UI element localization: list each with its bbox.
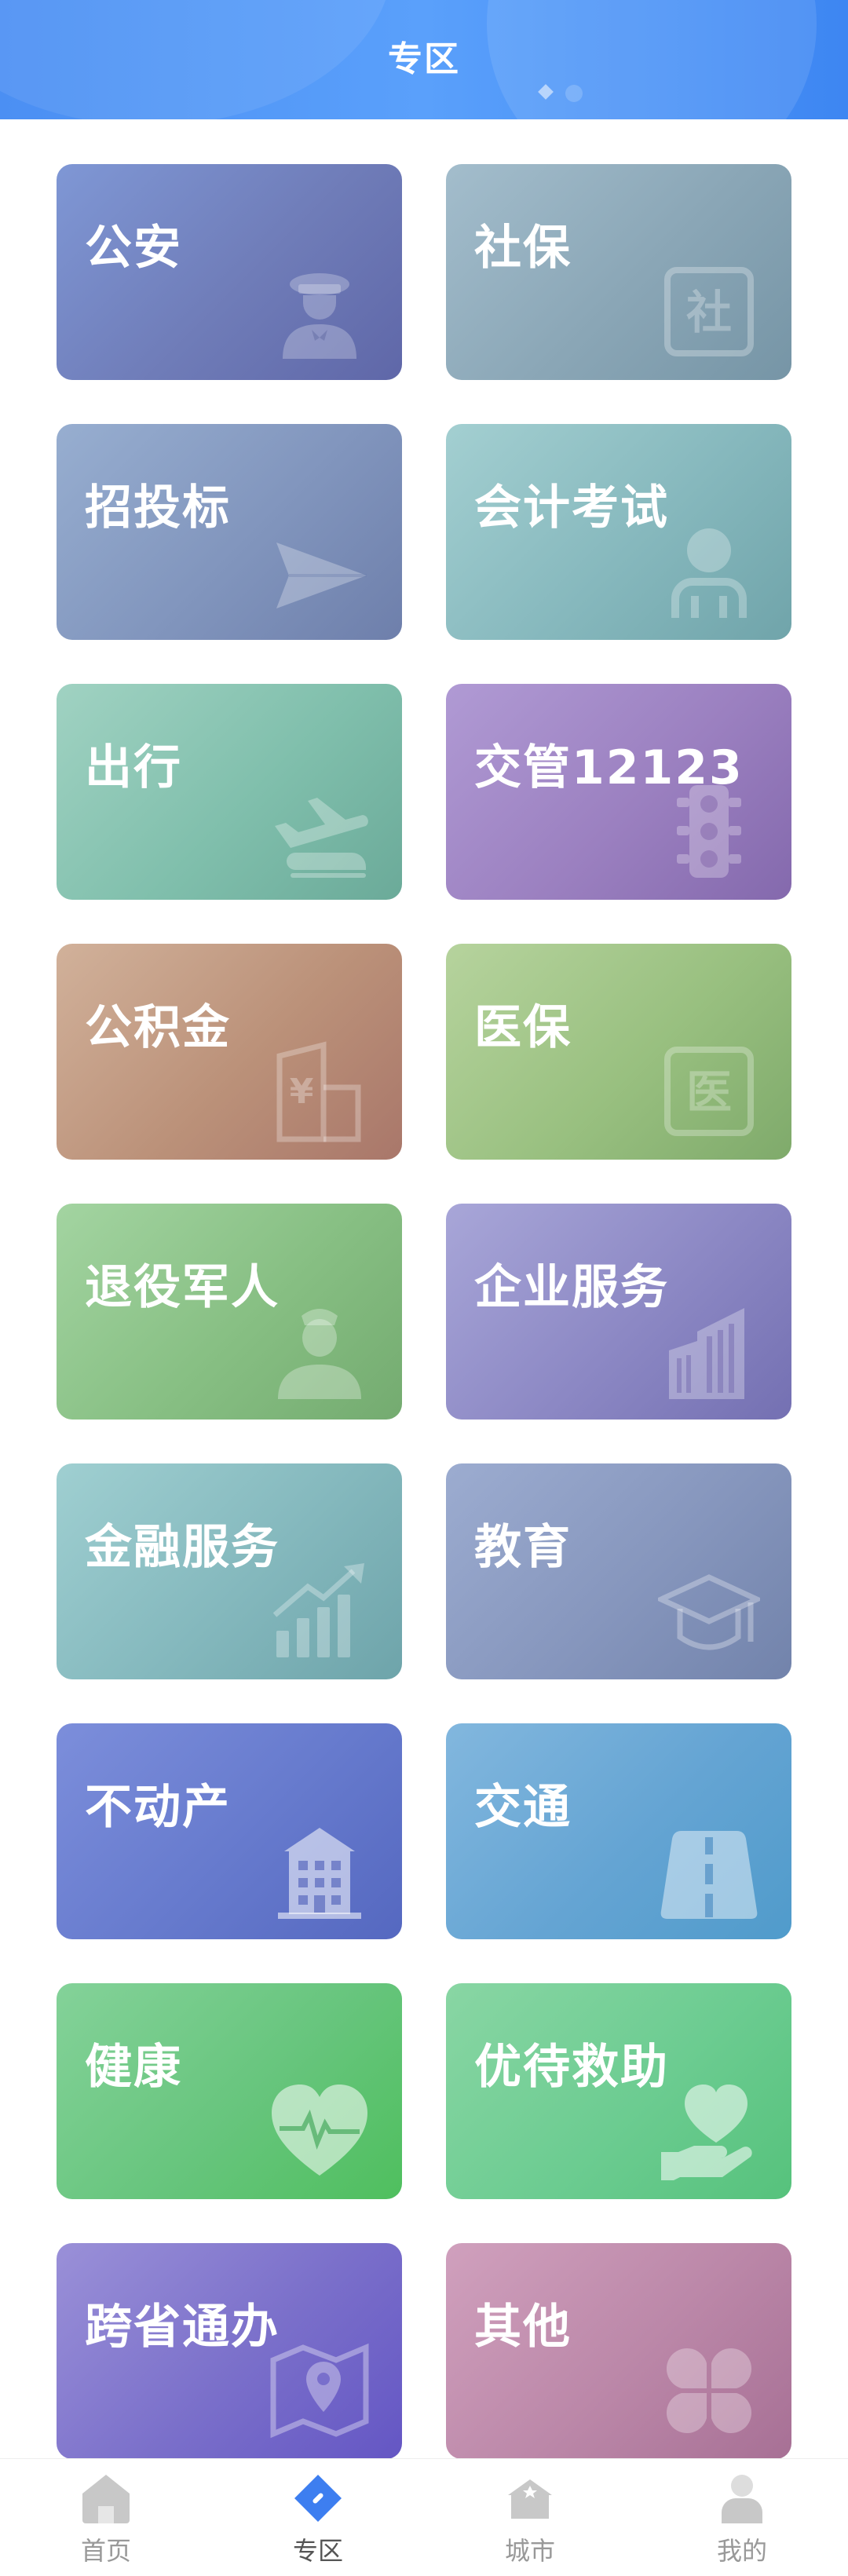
zone-card-education[interactable]: 教育 [446,1463,791,1679]
zone-card-preferential-aid[interactable]: 优待救助 [446,1983,791,2199]
medical-insurance-icon: 医 [658,1040,760,1142]
card-label: 企业服务 [474,1260,669,1315]
user-icon [715,2472,769,2525]
zone-card-cross-province[interactable]: 跨省通办 [57,2243,402,2459]
zone-card-medical-insurance[interactable]: 医保 医 [446,944,791,1160]
tab-zones[interactable]: 专区 [212,2459,424,2576]
heart-hand-icon [658,2080,760,2182]
page-title: 专区 [388,39,460,79]
plane-train-icon [269,780,371,882]
zone-card-bidding[interactable]: 招投标 [57,424,402,640]
card-label: 优待救助 [474,2040,669,2095]
zone-card-transportation[interactable]: 交通 [446,1723,791,1939]
police-icon [269,261,371,363]
zone-card-social-security[interactable]: 社保 社 [446,164,791,380]
zone-card-accounting-exam[interactable]: 会计考试 [446,424,791,640]
building-icon [658,1300,760,1402]
heart-pulse-icon [269,2080,371,2182]
card-label: 跨省通办 [85,2300,280,2355]
zone-card-police[interactable]: 公安 [57,164,402,380]
tab-city[interactable]: 城市 [424,2459,636,2576]
card-label: 公安 [85,221,182,276]
city-icon [503,2472,557,2525]
zone-grid: 公安 社保 社 招投标 会计考试 出行 交管12123 公积金 ¥ 医保 医 退… [57,164,791,2459]
zone-card-health[interactable]: 健康 [57,1983,402,2199]
card-label: 教育 [474,1520,572,1575]
zone-card-other[interactable]: 其他 [446,2243,791,2459]
card-label: 不动产 [85,1780,231,1835]
card-label: 退役军人 [85,1260,280,1315]
zone-card-financial-services[interactable]: 金融服务 [57,1463,402,1679]
header-bar: 专区 [0,0,848,119]
tab-label: 首页 [80,2536,131,2566]
veteran-icon [269,1300,371,1402]
tab-label: 我的 [716,2536,767,2566]
zone-card-real-estate[interactable]: 不动产 [57,1723,402,1939]
home-icon [79,2472,133,2525]
tab-home[interactable]: 首页 [0,2459,212,2576]
traffic-light-icon [658,780,760,882]
card-label: 交通 [474,1780,572,1835]
zone-card-veterans[interactable]: 退役军人 [57,1204,402,1420]
zone-card-travel[interactable]: 出行 [57,684,402,900]
card-label: 公积金 [85,1000,231,1055]
clover-icon [658,2340,760,2442]
tab-me[interactable]: 我的 [636,2459,848,2576]
paper-plane-icon [269,521,371,623]
real-estate-icon [269,1820,371,1922]
map-pin-icon [269,2340,371,2442]
social-security-icon: 社 [658,261,760,363]
svg-text:¥: ¥ [290,1072,314,1112]
card-label: 医保 [474,1000,572,1055]
zone-card-traffic-management[interactable]: 交管12123 [446,684,791,900]
zone-card-enterprise-services[interactable]: 企业服务 [446,1204,791,1420]
person-icon [658,521,760,623]
tag-icon [291,2472,345,2525]
card-label: 招投标 [85,480,231,535]
housing-fund-icon: ¥ [269,1040,371,1142]
tab-label: 专区 [292,2536,343,2566]
card-label: 其他 [474,2300,572,2355]
svg-text:社: 社 [686,286,732,339]
card-label: 出行 [85,740,182,795]
chart-growth-icon [269,1560,371,1662]
bottom-tab-bar: 首页 专区 城市 我的 [0,2458,848,2576]
graduation-cap-icon [658,1560,760,1662]
svg-text:医: 医 [686,1065,732,1119]
zone-card-housing-fund[interactable]: 公积金 ¥ [57,944,402,1160]
card-label: 社保 [474,221,572,276]
card-label: 会计考试 [474,480,669,535]
card-label: 金融服务 [85,1520,280,1575]
card-label: 健康 [85,2040,182,2095]
tab-label: 城市 [504,2536,555,2566]
road-icon [658,1820,760,1922]
